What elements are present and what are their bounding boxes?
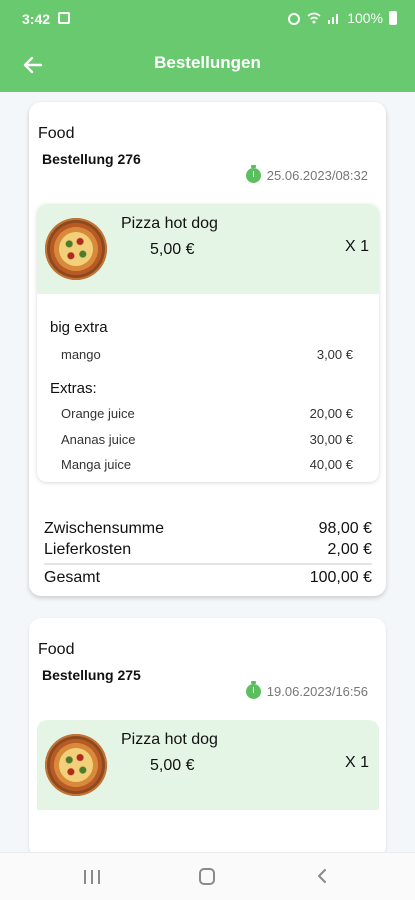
option-price: 40,00 € (309, 457, 353, 472)
total-row: Gesamt 100,00 € (44, 569, 372, 587)
status-bar: 3:42 100% (0, 0, 415, 38)
signal-icon (328, 14, 339, 24)
totals-divider (44, 563, 372, 565)
timer-icon (245, 165, 261, 183)
delivery-row: Lieferkosten 2,00 € (44, 541, 372, 559)
chevron-left-icon[interactable] (316, 869, 328, 883)
header: 3:42 100% Bestellungen (0, 0, 415, 92)
pizza-image (45, 734, 107, 796)
delivery-label: Lieferkosten (44, 541, 132, 558)
option-price: 20,00 € (309, 406, 353, 421)
page-title: Bestellungen (154, 53, 261, 72)
total-label: Gesamt (44, 569, 101, 586)
battery-icon (389, 11, 397, 25)
option-price: 3,00 € (316, 347, 353, 362)
item-price: 5,00 € (150, 241, 195, 258)
item-quantity: X 1 (344, 238, 369, 255)
option-price: 30,00 € (309, 432, 353, 447)
order-number: Bestellung 275 (42, 667, 141, 683)
item-name: Pizza hot dog (121, 731, 218, 748)
option-group-heading: big extra (50, 319, 108, 336)
order-item: Pizza hot dog 5,00 € X 1 (37, 720, 379, 858)
delivery-value: 2,00 € (327, 541, 372, 558)
status-icons: 100% (287, 10, 397, 26)
order-date: 25.06.2023/08:32 (245, 165, 368, 183)
item-name: Pizza hot dog (121, 215, 218, 232)
app-bar: Bestellungen (0, 38, 415, 92)
battery-percent: 100% (347, 10, 383, 26)
option-row: Manga juice 40,00 € (61, 457, 353, 472)
order-card[interactable]: Food Bestellung 275 19.06.2023/16:56 Piz… (29, 618, 386, 858)
order-number: Bestellung 276 (42, 151, 141, 167)
option-row: Ananas juice 30,00 € (61, 432, 353, 447)
alarm-icon (288, 13, 301, 25)
recent-apps-icon[interactable] (84, 870, 100, 884)
subtotal-value: 98,00 € (318, 520, 372, 537)
order-date-text: 25.06.2023/08:32 (266, 168, 368, 183)
timer-icon (245, 681, 261, 699)
total-value: 100,00 € (309, 569, 372, 586)
system-nav-bar (0, 852, 415, 900)
option-name: Orange juice (61, 406, 135, 421)
orders-screen: 3:42 100% Bestellungen Food Bestellung 2… (0, 0, 415, 900)
option-name: Ananas juice (61, 432, 136, 447)
order-card[interactable]: Food Bestellung 276 25.06.2023/08:32 Piz… (29, 102, 386, 596)
pizza-image (45, 218, 107, 280)
option-row: mango 3,00 € (61, 347, 353, 362)
item-header: Pizza hot dog 5,00 € X 1 (37, 720, 379, 810)
subtotal-label: Zwischensumme (44, 520, 165, 537)
item-header: Pizza hot dog 5,00 € X 1 (37, 204, 379, 294)
order-date-text: 19.06.2023/16:56 (266, 684, 368, 699)
image-notification-icon (58, 12, 70, 24)
item-quantity: X 1 (344, 754, 369, 771)
order-category: Food (38, 641, 75, 658)
subtotal-row: Zwischensumme 98,00 € (44, 520, 372, 538)
order-date: 19.06.2023/16:56 (245, 681, 368, 699)
extras-heading: Extras: (50, 380, 97, 397)
option-row: Orange juice 20,00 € (61, 406, 353, 421)
item-price: 5,00 € (150, 757, 195, 774)
option-name: mango (61, 347, 101, 362)
order-item: Pizza hot dog 5,00 € X 1 big extra mango… (37, 204, 379, 482)
option-name: Manga juice (61, 457, 132, 472)
wifi-icon (307, 12, 321, 24)
home-icon[interactable] (199, 868, 215, 885)
order-category: Food (38, 125, 75, 142)
status-time: 3:42 (22, 11, 51, 27)
